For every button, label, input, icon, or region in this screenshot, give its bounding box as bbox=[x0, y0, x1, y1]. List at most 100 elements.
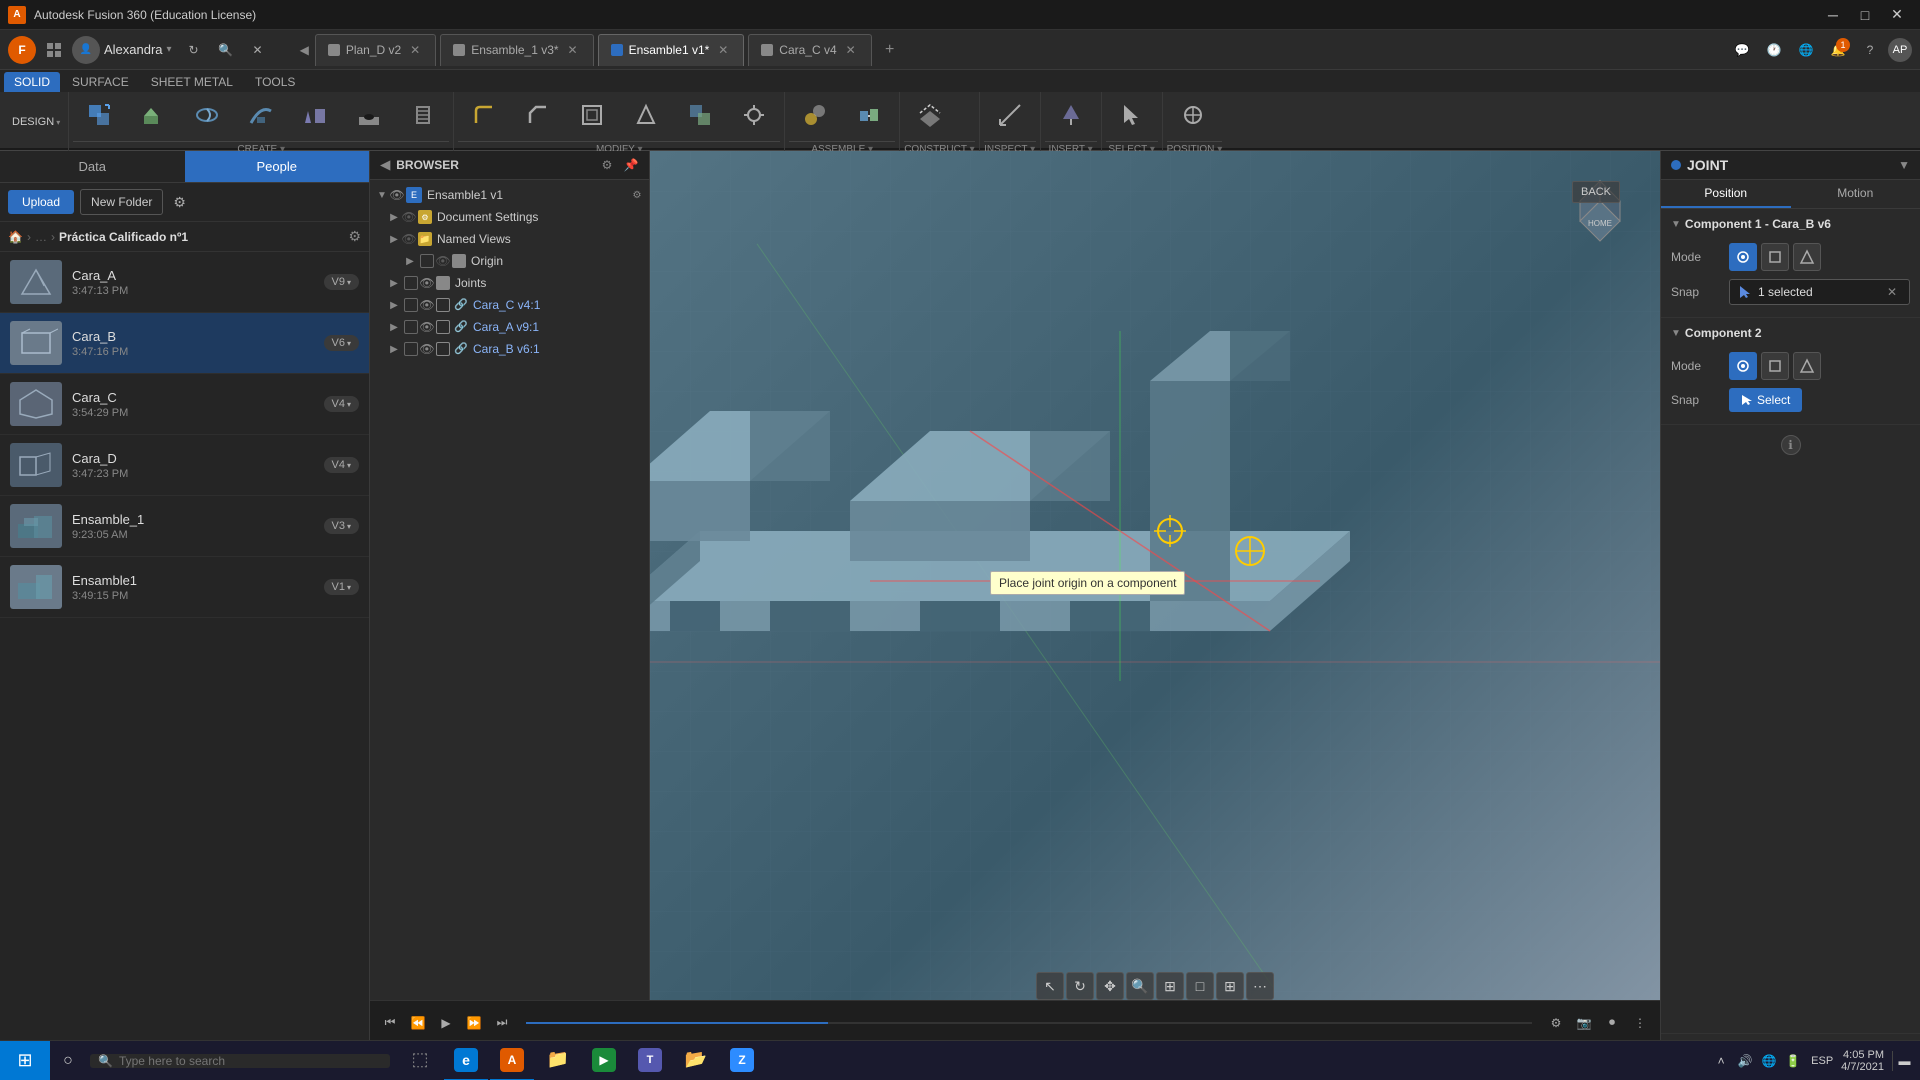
refresh-icon[interactable]: ↻ bbox=[180, 36, 208, 64]
close-panel-icon[interactable]: ✕ bbox=[244, 36, 272, 64]
file-version-cara-c[interactable]: V4 ▾ bbox=[324, 396, 359, 412]
user-profile[interactable]: 👤 Alexandra ▾ bbox=[72, 36, 172, 64]
tree-origin[interactable]: ▶ 👁 Origin bbox=[370, 250, 649, 272]
joint-tab-motion[interactable]: Motion bbox=[1791, 180, 1920, 208]
taskbar-search-box[interactable]: 🔍 bbox=[90, 1054, 390, 1068]
tab-cara-c-v4[interactable]: Cara_C v4 ✕ bbox=[748, 34, 871, 66]
fillet-btn[interactable] bbox=[458, 89, 510, 141]
design-dropdown[interactable]: DESIGN ▾ bbox=[8, 114, 64, 130]
tab-ensamble1v1[interactable]: Ensamble1 v1* ✕ bbox=[598, 34, 745, 66]
tree-expand-icon[interactable]: ▶ bbox=[386, 231, 402, 247]
move-btn[interactable] bbox=[728, 89, 780, 141]
file-version-cara-d[interactable]: V4 ▾ bbox=[324, 457, 359, 473]
taskbar-search-input[interactable] bbox=[119, 1054, 382, 1068]
grid-btn[interactable]: ⊞ bbox=[1216, 972, 1244, 1000]
joint-comp2-mode-btn-2[interactable] bbox=[1761, 352, 1789, 380]
hole-btn[interactable] bbox=[343, 89, 395, 141]
tab-close-icon[interactable]: ✕ bbox=[407, 42, 423, 58]
timeline-record-btn[interactable]: ⏺ bbox=[1600, 1011, 1624, 1035]
tree-doc-settings[interactable]: ▶ 👁 ⚙ Document Settings bbox=[370, 206, 649, 228]
timeline-next-btn[interactable]: ⏩ bbox=[462, 1011, 486, 1035]
file-version-ensamble1[interactable]: V3 ▾ bbox=[324, 518, 359, 534]
tree-check-box[interactable] bbox=[420, 254, 434, 268]
taskbar-app-edge[interactable]: e bbox=[444, 1041, 488, 1080]
tree-root[interactable]: ▼ 👁 E Ensamble1 v1 ⚙ bbox=[370, 184, 649, 206]
joint-mode-btn-2[interactable] bbox=[1761, 243, 1789, 271]
chamfer-btn[interactable] bbox=[512, 89, 564, 141]
taskbar-app-zoom[interactable]: Z bbox=[720, 1041, 764, 1080]
tree-joints[interactable]: ▶ 👁 Joints bbox=[370, 272, 649, 294]
sweep-btn[interactable] bbox=[235, 89, 287, 141]
tree-cara-a[interactable]: ▶ 👁 🔗 Cara_A v9:1 bbox=[370, 316, 649, 338]
tree-check-box[interactable] bbox=[404, 320, 418, 334]
tab-close-icon[interactable]: ✕ bbox=[843, 42, 859, 58]
start-button[interactable]: ⊞ bbox=[0, 1041, 50, 1080]
measure-btn[interactable] bbox=[984, 89, 1036, 141]
taskbar-app-taskview[interactable]: ⬚ bbox=[398, 1041, 442, 1080]
joint-comp2-mode-btn-1[interactable] bbox=[1729, 352, 1757, 380]
revolve-btn[interactable] bbox=[181, 89, 233, 141]
tree-eye-icon[interactable]: 👁 bbox=[420, 276, 434, 290]
display-mode-btn[interactable]: □ bbox=[1186, 972, 1214, 1000]
taskbar-app-teams[interactable]: T bbox=[628, 1041, 672, 1080]
browser-collapse-btn[interactable]: ◀ bbox=[378, 155, 392, 175]
file-version-ensamble1b[interactable]: V1 ▾ bbox=[324, 579, 359, 595]
zoom-btn[interactable]: 🔍 bbox=[1126, 972, 1154, 1000]
center-3d-view[interactable]: Place joint origin on a component BACK H… bbox=[370, 151, 1660, 1080]
insert-mesh-btn[interactable] bbox=[1045, 89, 1097, 141]
joint-mode-btn-3[interactable] bbox=[1793, 243, 1821, 271]
tree-eye-icon[interactable]: 👁 bbox=[390, 188, 404, 202]
browser-pin-icon[interactable]: 📌 bbox=[621, 155, 641, 175]
file-item-ensamble1[interactable]: Ensamble_1 9:23:05 AM V3 ▾ bbox=[0, 496, 369, 557]
joint-mode-btn-1[interactable] bbox=[1729, 243, 1757, 271]
help-icon[interactable]: ? bbox=[1856, 36, 1884, 64]
pan-btn[interactable]: ✥ bbox=[1096, 972, 1124, 1000]
timeline-settings-btn[interactable]: ⚙ bbox=[1544, 1011, 1568, 1035]
taskbar-app-media[interactable]: ▶ bbox=[582, 1041, 626, 1080]
tree-cara-c[interactable]: ▶ 👁 🔗 Cara_C v4:1 bbox=[370, 294, 649, 316]
tree-cara-b[interactable]: ▶ 👁 🔗 Cara_B v6:1 bbox=[370, 338, 649, 360]
loft-btn[interactable] bbox=[289, 89, 341, 141]
search-button[interactable]: ○ bbox=[50, 1041, 86, 1080]
breadcrumb-settings-btn[interactable]: ⚙ bbox=[348, 228, 361, 245]
file-item-cara-a[interactable]: Cara_A 3:47:13 PM V9 ▾ bbox=[0, 252, 369, 313]
tab-close-icon[interactable]: ✕ bbox=[565, 42, 581, 58]
orbit-btn[interactable]: ↻ bbox=[1066, 972, 1094, 1000]
user-initials[interactable]: AP bbox=[1888, 38, 1912, 62]
tree-eye-icon[interactable]: 👁 bbox=[436, 254, 450, 268]
tree-check-box[interactable] bbox=[404, 342, 418, 356]
file-version-cara-a[interactable]: V9 ▾ bbox=[324, 274, 359, 290]
tree-settings-icon[interactable]: ⚙ bbox=[629, 187, 645, 203]
extrude-btn[interactable] bbox=[127, 89, 179, 141]
tree-eye-icon[interactable]: 👁 bbox=[402, 210, 416, 224]
taskbar-app-autodesk[interactable]: A bbox=[490, 1041, 534, 1080]
new-component-btn[interactable] bbox=[73, 89, 125, 141]
tree-check-box[interactable] bbox=[404, 298, 418, 312]
minimize-button[interactable]: ─ bbox=[1818, 5, 1848, 25]
file-item-cara-c[interactable]: Cara_C 3:54:29 PM V4 ▾ bbox=[0, 374, 369, 435]
timeline-first-btn[interactable]: ⏮ bbox=[378, 1011, 402, 1035]
comment-icon[interactable]: 💬 bbox=[1728, 36, 1756, 64]
history-icon[interactable]: 🕐 bbox=[1760, 36, 1788, 64]
browser-settings-icon[interactable]: ⚙ bbox=[597, 155, 617, 175]
joint-btn[interactable] bbox=[789, 89, 841, 141]
breadcrumb-home[interactable]: 🏠 bbox=[8, 230, 23, 244]
combine-btn[interactable] bbox=[674, 89, 726, 141]
tree-expand-icon[interactable]: ▼ bbox=[374, 187, 390, 203]
upload-button[interactable]: Upload bbox=[8, 190, 74, 214]
grid-icon[interactable] bbox=[46, 42, 62, 58]
panel-tab-data[interactable]: Data bbox=[0, 151, 185, 182]
tree-eye-icon[interactable]: 👁 bbox=[420, 298, 434, 312]
tree-eye-icon[interactable]: 👁 bbox=[420, 342, 434, 356]
timeline-last-btn[interactable]: ⏭ bbox=[490, 1011, 514, 1035]
network-icon[interactable]: 🌐 bbox=[1759, 1051, 1779, 1071]
tree-expand-icon[interactable]: ▶ bbox=[386, 319, 402, 335]
timeline-more-btn[interactable]: ⋮ bbox=[1628, 1011, 1652, 1035]
new-folder-button[interactable]: New Folder bbox=[80, 189, 163, 215]
battery-icon[interactable]: 🔋 bbox=[1783, 1051, 1803, 1071]
ribbon-tab-solid[interactable]: SOLID bbox=[4, 72, 60, 92]
tree-expand-icon[interactable]: ▶ bbox=[386, 209, 402, 225]
show-desktop-btn[interactable]: ▬ bbox=[1892, 1051, 1912, 1071]
joint-tab-position[interactable]: Position bbox=[1661, 180, 1791, 208]
timeline-play-btn[interactable]: ▶ bbox=[434, 1011, 458, 1035]
